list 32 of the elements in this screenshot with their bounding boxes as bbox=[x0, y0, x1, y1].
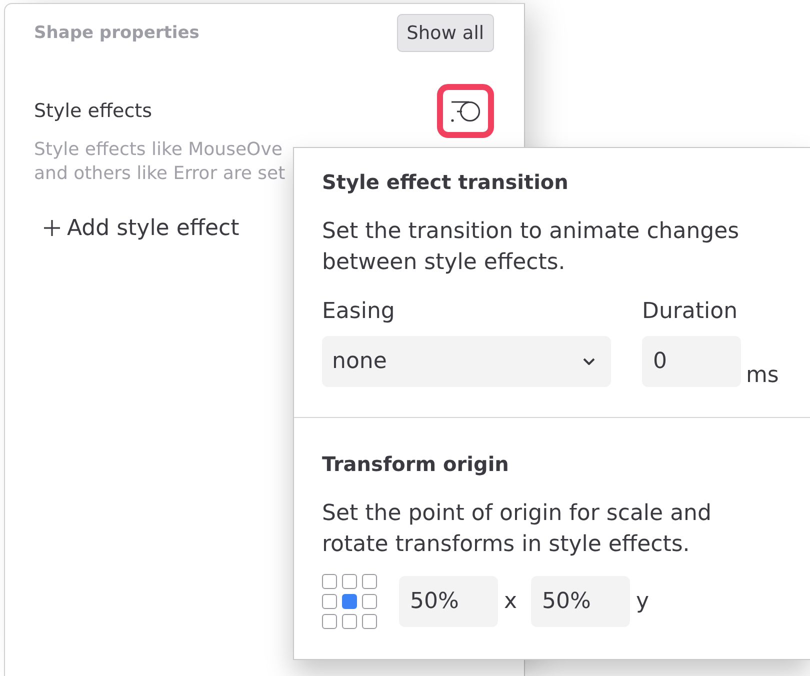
section-title: Shape properties bbox=[34, 23, 200, 43]
section-description: Set the point of origin for scale and rotate transforms in style effects. bbox=[322, 500, 712, 559]
easing-label: Easing bbox=[322, 298, 395, 326]
origin-point[interactable] bbox=[322, 614, 337, 629]
origin-point[interactable] bbox=[342, 574, 357, 589]
show-all-button[interactable]: Show all bbox=[396, 14, 494, 52]
transition-settings-button[interactable] bbox=[437, 84, 494, 138]
style-effects-label: Style effects bbox=[34, 100, 152, 122]
origin-point[interactable] bbox=[342, 614, 357, 629]
axis-label: y bbox=[636, 588, 650, 616]
section-heading: Transform origin bbox=[322, 451, 509, 478]
origin-point[interactable] bbox=[342, 594, 357, 609]
chevron-down-icon bbox=[583, 358, 595, 365]
section-heading: Style effect transition bbox=[322, 169, 568, 196]
origin-x-input[interactable]: 50% bbox=[399, 576, 498, 627]
moving-circle-icon bbox=[451, 100, 480, 122]
plus-icon bbox=[44, 220, 60, 236]
origin-point[interactable] bbox=[362, 574, 377, 589]
duration-label: Duration bbox=[642, 298, 738, 326]
origin-point[interactable] bbox=[362, 614, 377, 629]
easing-dropdown[interactable]: none bbox=[322, 336, 611, 387]
section-description: Set the transition to animate changes between style effects. bbox=[322, 218, 740, 277]
axis-label: x bbox=[504, 588, 518, 616]
origin-point[interactable] bbox=[362, 594, 377, 609]
duration-input[interactable]: 0 bbox=[642, 336, 741, 387]
origin-y-input[interactable]: 50% bbox=[531, 576, 630, 627]
add-style-effect-button[interactable]: Add style effect bbox=[34, 210, 246, 246]
origin-point[interactable] bbox=[322, 594, 337, 609]
origin-point[interactable] bbox=[322, 574, 337, 589]
description-text: Style effects like MouseOve bbox=[34, 138, 282, 162]
unit-label: ms bbox=[746, 362, 779, 390]
description-text: and others like Error are set bbox=[34, 162, 286, 186]
